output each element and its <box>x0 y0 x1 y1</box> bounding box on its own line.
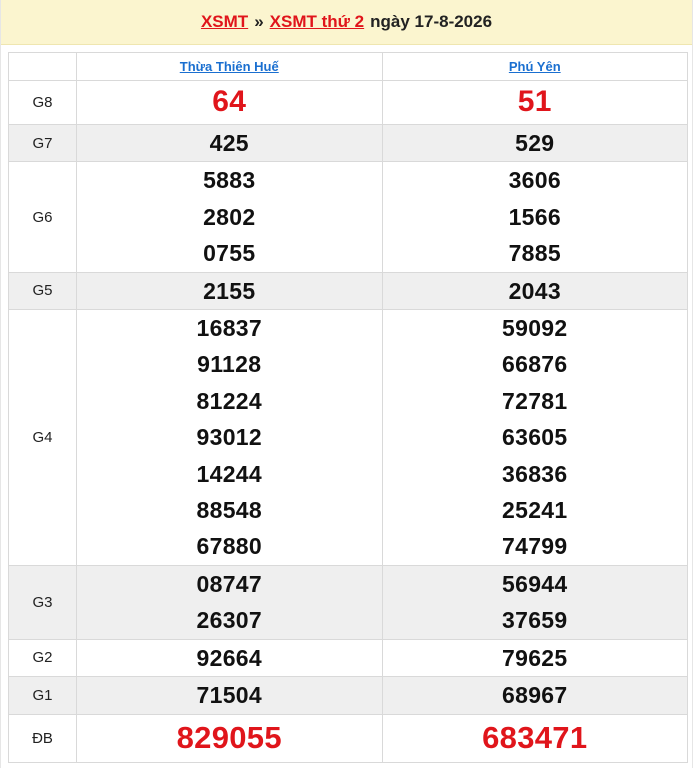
prize-label: G3 <box>8 564 77 640</box>
xsmt-weekday-link[interactable]: XSMT thứ 2 <box>270 12 364 32</box>
prize-number: 3606 <box>508 167 561 194</box>
prize-number: 16837 <box>196 315 262 342</box>
prize-number: 56944 <box>502 570 568 597</box>
prize-number: 51 <box>517 85 552 119</box>
prize-label: G1 <box>8 676 77 715</box>
prize-label: G6 <box>8 161 77 273</box>
prize-number: 64 <box>212 85 247 119</box>
prize-row-đb: ĐB 829055 683471 <box>8 713 688 763</box>
prize-row-g1: G1 71504 68967 <box>8 676 688 715</box>
prize-number: 92664 <box>196 644 262 671</box>
prize-number: 5883 <box>203 167 256 194</box>
prize-number: 79625 <box>502 644 568 671</box>
prize-cell-province-2: 683471 <box>381 713 688 763</box>
prize-row-g5: G5 2155 2043 <box>8 271 688 311</box>
prize-row-g4: G4 16837 91128 81224 93012 14244 88548 67880 590… <box>8 309 688 566</box>
prize-number: 14244 <box>196 460 262 487</box>
prize-cell-province-1: 829055 <box>76 713 383 763</box>
corner-cell <box>8 52 77 81</box>
prize-rows: G8 64 51 G7 425 529 G6 5883 2802 0755 3606 1566 7885… <box>8 80 688 763</box>
prize-cell-province-1: 2155 <box>76 271 383 311</box>
prize-number: 829055 <box>176 719 282 755</box>
prize-row-g3: G3 08747 26307 56944 37659 <box>8 564 688 640</box>
prize-number: 08747 <box>196 570 262 597</box>
prize-number: 71504 <box>196 682 262 709</box>
prize-number: 2155 <box>203 277 256 304</box>
prize-number: 91128 <box>197 351 262 378</box>
breadcrumb-separator: » <box>254 12 264 31</box>
prize-label: G7 <box>8 123 77 163</box>
page-header: XSMT » XSMT thứ 2 ngày 17-8-2026 <box>1 0 692 45</box>
prize-row-g7: G7 425 529 <box>8 123 688 163</box>
prize-number: 59092 <box>502 315 568 342</box>
prize-cell-province-1: 08747 26307 <box>76 564 383 640</box>
prize-number: 36836 <box>502 460 568 487</box>
prize-cell-province-2: 529 <box>381 123 688 163</box>
prize-cell-province-2: 79625 <box>381 638 688 678</box>
prize-cell-province-2: 59092 66876 72781 63605 36836 25241 74799 <box>381 309 688 566</box>
prize-number: 7885 <box>508 240 561 267</box>
province-header-1: Thừa Thiên Huế <box>76 52 383 81</box>
prize-cell-province-1: 92664 <box>76 638 383 678</box>
prize-number: 0755 <box>203 240 256 267</box>
province-link-2[interactable]: Phú Yên <box>509 59 561 74</box>
prize-number: 74799 <box>502 533 568 560</box>
prize-cell-province-2: 3606 1566 7885 <box>381 161 688 273</box>
prize-number: 93012 <box>196 424 262 451</box>
prize-row-g8: G8 64 51 <box>8 80 688 125</box>
prize-cell-province-2: 51 <box>381 80 688 125</box>
results-table: Thừa Thiên Huế Phú Yên G8 64 51 G7 425 529 G6 5… <box>8 52 688 763</box>
prize-number: 81224 <box>196 387 262 414</box>
prize-cell-province-1: 64 <box>76 80 383 125</box>
prize-number: 68967 <box>502 682 568 709</box>
province-header-row: Thừa Thiên Huế Phú Yên <box>8 52 688 81</box>
prize-number: 2043 <box>508 277 561 304</box>
prize-number: 529 <box>515 130 555 156</box>
prize-number: 67880 <box>196 533 262 560</box>
prize-number: 66876 <box>502 351 568 378</box>
province-link-1[interactable]: Thừa Thiên Huế <box>180 59 279 74</box>
prize-number: 88548 <box>196 497 262 524</box>
prize-label: G4 <box>8 309 77 566</box>
prize-row-g2: G2 92664 79625 <box>8 638 688 678</box>
prize-number: 72781 <box>502 387 568 414</box>
prize-cell-province-2: 56944 37659 <box>381 564 688 640</box>
prize-label: ĐB <box>8 713 77 763</box>
prize-cell-province-1: 16837 91128 81224 93012 14244 88548 67880 <box>76 309 383 566</box>
prize-label: G2 <box>8 638 77 678</box>
xsmt-link[interactable]: XSMT <box>201 12 248 32</box>
province-header-2: Phú Yên <box>381 52 688 81</box>
prize-number: 425 <box>209 130 249 156</box>
prize-number: 63605 <box>502 424 568 451</box>
prize-cell-province-1: 5883 2802 0755 <box>76 161 383 273</box>
prize-cell-province-1: 71504 <box>76 676 383 715</box>
prize-row-g6: G6 5883 2802 0755 3606 1566 7885 <box>8 161 688 273</box>
prize-cell-province-2: 2043 <box>381 271 688 311</box>
prize-number: 37659 <box>502 607 568 634</box>
prize-number: 25241 <box>502 497 568 524</box>
prize-number: 2802 <box>203 203 256 230</box>
prize-number: 26307 <box>196 607 262 634</box>
prize-number: 683471 <box>482 719 588 755</box>
prize-label: G8 <box>8 80 77 125</box>
prize-cell-province-2: 68967 <box>381 676 688 715</box>
results-page: XSMT » XSMT thứ 2 ngày 17-8-2026 Thừa Th… <box>0 0 693 768</box>
prize-label: G5 <box>8 271 77 311</box>
prize-cell-province-1: 425 <box>76 123 383 163</box>
prize-number: 1566 <box>508 203 561 230</box>
draw-date: ngày 17-8-2026 <box>370 12 493 31</box>
